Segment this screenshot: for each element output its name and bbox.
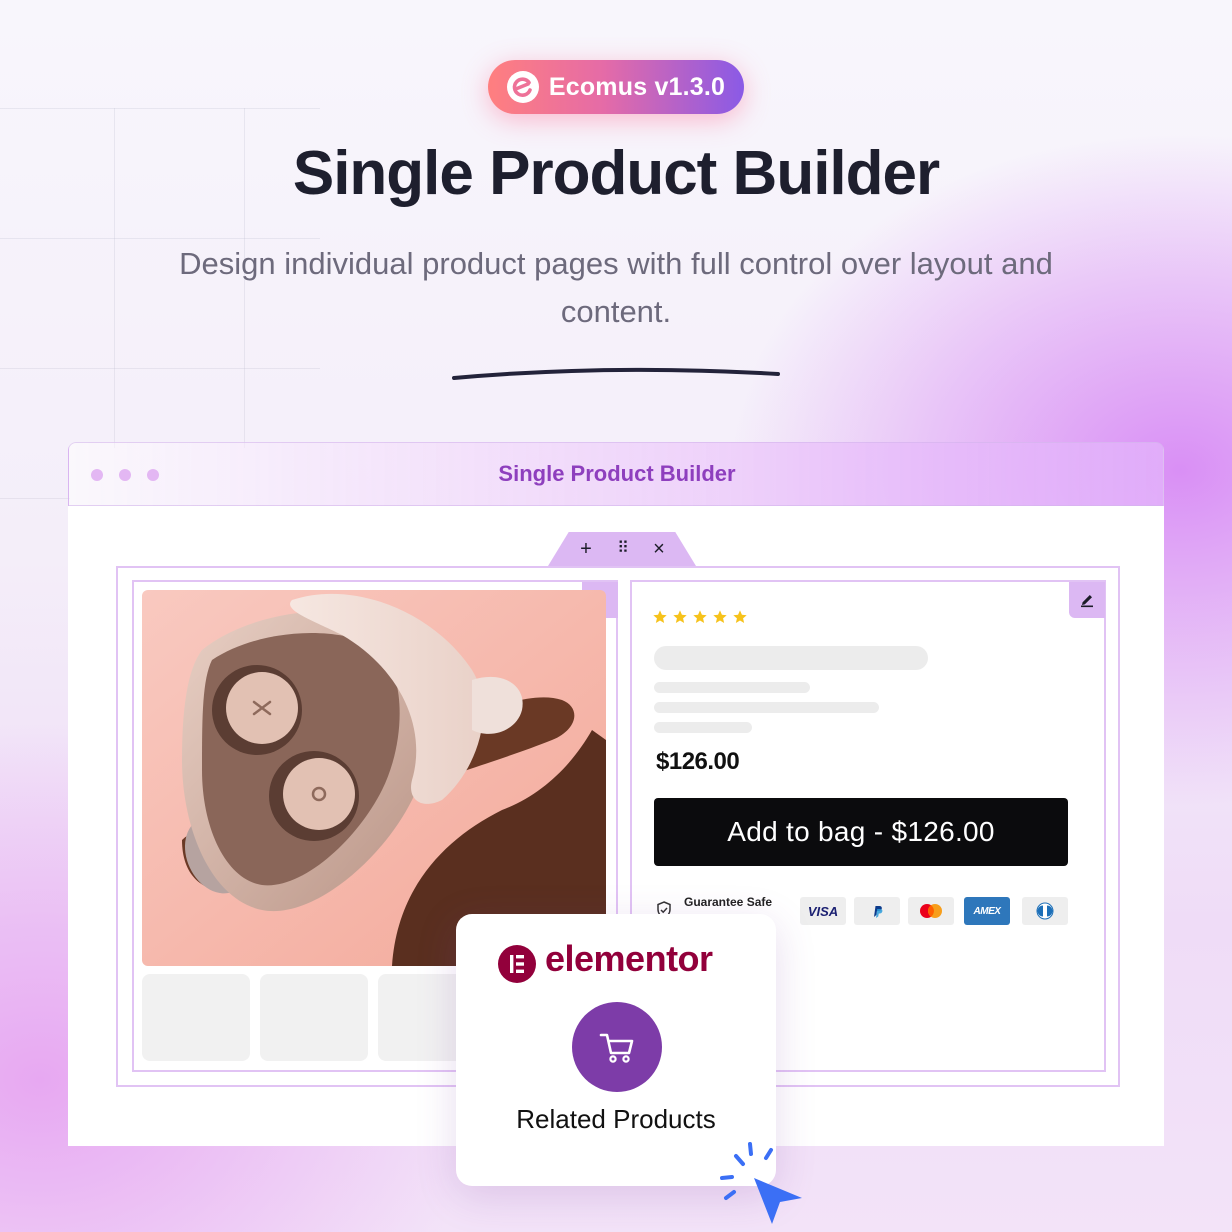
title-underline	[452, 367, 780, 380]
guarantee-label: Guarantee Safe	[684, 895, 773, 909]
elementor-wordmark: elementor	[545, 938, 713, 979]
grid-line	[0, 368, 320, 369]
diners-card-icon	[1022, 897, 1068, 925]
version-badge: Ecomus v1.3.0	[488, 60, 744, 114]
star-icon	[693, 610, 707, 623]
title-placeholder	[654, 646, 928, 670]
text-placeholder	[654, 722, 752, 733]
page-title: Single Product Builder	[292, 139, 940, 208]
star-icon	[733, 610, 747, 623]
widget-label: Related Products	[516, 1104, 716, 1134]
window-title: Single Product Builder	[498, 461, 736, 486]
paypal-card-icon	[854, 897, 900, 925]
grid-line	[0, 238, 320, 239]
star-icon	[673, 610, 687, 623]
product-price: $126.00	[656, 748, 740, 775]
grid-line	[0, 498, 70, 499]
star-icon	[653, 610, 667, 623]
section-toolbar: + ⠿ ×	[548, 532, 696, 566]
amex-card-icon: AMEX	[964, 897, 1010, 925]
text-placeholder	[654, 682, 810, 693]
delete-section-button[interactable]: ×	[645, 532, 673, 566]
edit-summary-button[interactable]	[1069, 582, 1105, 618]
elementor-logo-icon	[498, 945, 536, 983]
add-to-bag-button[interactable]: Add to bag - $126.00	[654, 798, 1068, 866]
visa-card-icon: VISA	[800, 897, 846, 925]
add-section-button[interactable]: +	[572, 532, 600, 566]
drag-handle-icon[interactable]: ⠿	[609, 532, 637, 566]
cursor-click-icon	[720, 1142, 802, 1224]
pencil-icon	[1081, 595, 1093, 608]
ecomus-logo-icon	[506, 71, 539, 103]
gallery-thumbnail[interactable]	[142, 974, 250, 1061]
cart-icon[interactable]	[572, 1002, 662, 1092]
star-icon	[713, 610, 727, 623]
mastercard-card-icon	[908, 897, 954, 925]
window-titlebar: Single Product Builder	[68, 442, 1164, 506]
gallery-thumbnail[interactable]	[260, 974, 368, 1061]
page-subtitle: Design individual product pages with ful…	[179, 246, 1053, 329]
product-main-image[interactable]	[142, 590, 606, 966]
grid-line	[0, 108, 320, 109]
text-placeholder	[654, 702, 879, 713]
version-badge-label: Ecomus v1.3.0	[548, 72, 726, 101]
rating-stars	[652, 609, 748, 625]
